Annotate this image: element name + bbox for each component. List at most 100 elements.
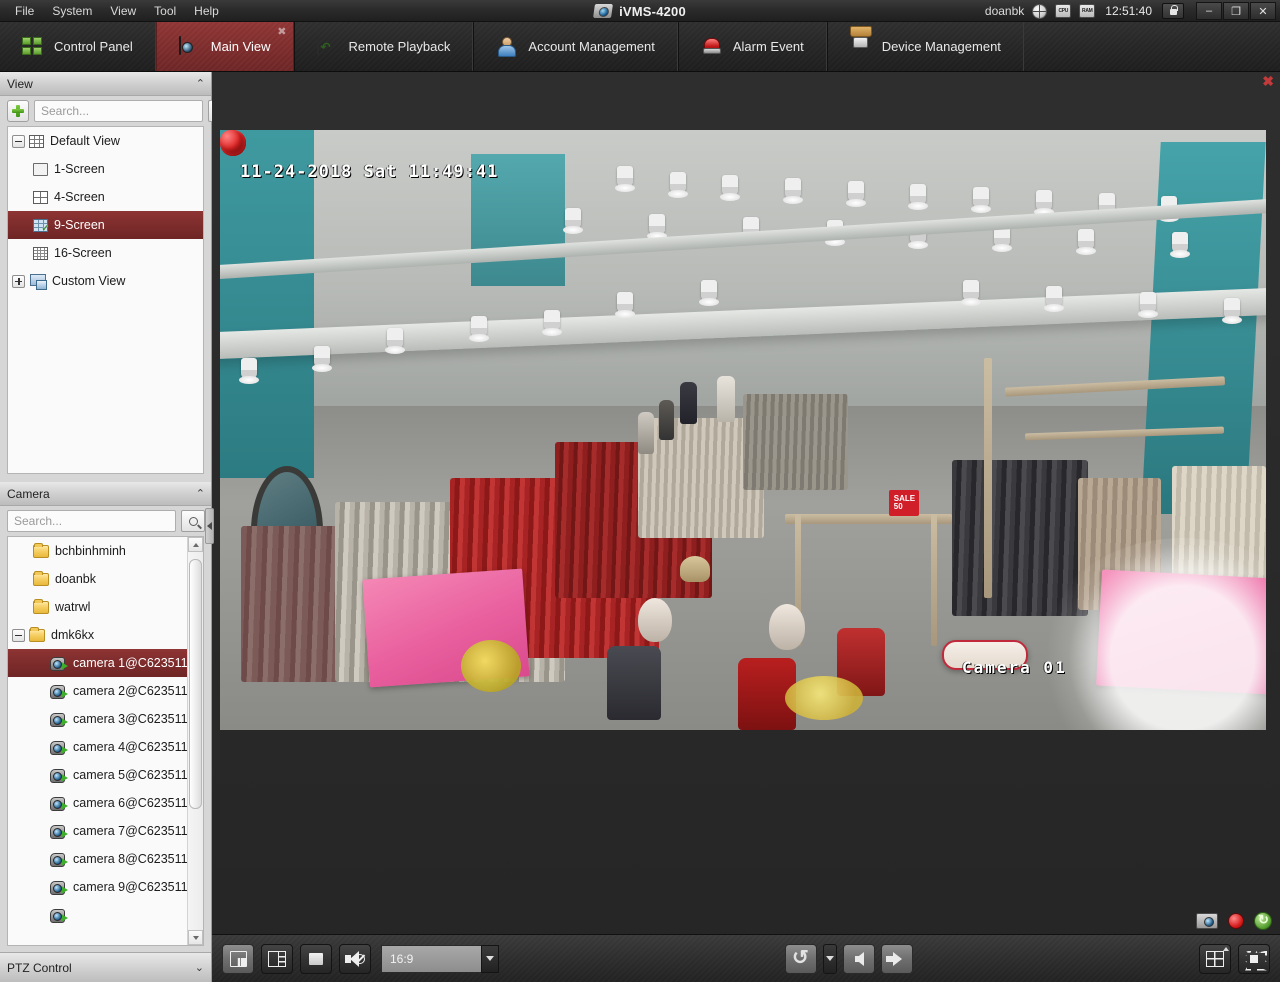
live-view-canvas[interactable]: ✖ SALE 50 11-24-2018 Sat 11:49:41 Camera… <box>212 72 1280 934</box>
video-cell-camera-01[interactable]: SALE 50 11-24-2018 Sat 11:49:41 Camera 0… <box>220 130 1266 730</box>
sidebar-collapse-handle[interactable] <box>205 508 214 544</box>
scrollbar-thumb[interactable] <box>189 559 202 809</box>
tree-item-doanbk[interactable]: doanbk <box>8 565 187 593</box>
tree-item-4-screen[interactable]: 4-Screen <box>8 183 203 211</box>
restore-button[interactable]: ❐ <box>1223 2 1249 20</box>
tab-control-panel[interactable]: Control Panel <box>0 22 156 71</box>
close-button[interactable]: ✕ <box>1250 2 1276 20</box>
remote-playback-icon <box>316 35 339 57</box>
tree-item-label: Default View <box>50 134 120 148</box>
view-panel-header[interactable]: View ⌃ <box>0 72 211 96</box>
camera-tree-scroll-area: bchbinhminh doanbk watrwl dmk6kx camera … <box>8 537 187 945</box>
tab-close-icon[interactable]: ✖ <box>277 27 286 38</box>
full-screen-button[interactable] <box>1238 943 1270 974</box>
tree-item-16-screen[interactable]: 16-Screen <box>8 239 203 267</box>
window-controls: – ❐ ✕ <box>1196 2 1276 20</box>
tree-item-label: camera 5@C623511... <box>73 768 187 782</box>
tree-item-dmk6kx[interactable]: dmk6kx <box>8 621 187 649</box>
folder-icon <box>33 570 49 586</box>
tree-item-bchbinhminh[interactable]: bchbinhminh <box>8 537 187 565</box>
scroll-up-button[interactable] <box>188 537 203 552</box>
lock-button[interactable] <box>1162 3 1184 19</box>
aspect-ratio-select[interactable]: 16:9 <box>381 944 499 973</box>
camera-panel-header[interactable]: Camera ⌃ <box>0 482 211 506</box>
custom-layout-button[interactable] <box>261 943 293 974</box>
tree-item-camera-8[interactable]: camera 8@C623511... <box>8 845 187 873</box>
tab-main-view[interactable]: Main View ✖ <box>155 22 294 71</box>
sale-tag-50: SALE 50 <box>889 490 920 516</box>
menu-tool[interactable]: Tool <box>145 1 185 21</box>
mute-button[interactable] <box>339 943 371 974</box>
stream-refresh-icon[interactable] <box>1254 912 1272 930</box>
tab-account-management-label: Account Management <box>528 39 655 54</box>
globe-icon[interactable] <box>1032 3 1048 19</box>
menu-file[interactable]: File <box>6 1 43 21</box>
tree-item-label: Custom View <box>52 274 126 288</box>
camera-panel-collapse-icon[interactable]: ⌃ <box>196 487 205 500</box>
tree-item-default-view[interactable]: Default View <box>8 127 203 155</box>
aspect-ratio-dropdown-button[interactable] <box>481 944 499 973</box>
auto-switch-dropdown[interactable] <box>823 943 837 974</box>
rotate-icon <box>792 945 810 970</box>
tab-account-management[interactable]: Account Management <box>473 22 678 71</box>
save-layout-button[interactable] <box>222 943 254 974</box>
fullscreen-icon <box>1245 951 1263 967</box>
next-page-button[interactable] <box>881 943 913 974</box>
expander-plus-icon[interactable] <box>12 274 25 288</box>
tab-control-panel-label: Control Panel <box>54 39 133 54</box>
chevron-left-icon <box>207 522 212 530</box>
stop-all-live-view-button[interactable] <box>300 943 332 974</box>
view-panel-collapse-icon[interactable]: ⌃ <box>196 77 205 90</box>
tree-item-camera-6[interactable]: camera 6@C623511... <box>8 789 187 817</box>
tree-item-camera-3[interactable]: camera 3@C623511... <box>8 705 187 733</box>
tree-item-camera-2[interactable]: camera 2@C623511... <box>8 677 187 705</box>
chevron-up-icon <box>192 542 199 547</box>
folder-icon <box>33 598 49 614</box>
save-layout-icon <box>229 950 247 967</box>
window-division-button[interactable] <box>1199 943 1231 974</box>
view-search-input[interactable] <box>34 100 203 122</box>
tab-device-management[interactable]: Device Management <box>826 22 1024 71</box>
scroll-down-button[interactable] <box>188 930 203 945</box>
tree-item-camera-partial[interactable] <box>8 901 187 929</box>
tree-item-camera-9[interactable]: camera 9@C623511... <box>8 873 187 901</box>
tab-alarm-event[interactable]: Alarm Event <box>677 22 827 71</box>
tree-item-1-screen[interactable]: 1-Screen <box>8 155 203 183</box>
tree-item-label: 9-Screen <box>54 218 105 232</box>
tab-remote-playback[interactable]: Remote Playback <box>293 22 474 71</box>
tree-item-camera-4[interactable]: camera 4@C623511... <box>8 733 187 761</box>
tree-item-9-screen[interactable]: 9-Screen <box>8 211 203 239</box>
tree-item-custom-view[interactable]: Custom View <box>8 267 203 295</box>
ptz-panel-expand-icon[interactable]: ⌄ <box>195 961 204 974</box>
layout-icon <box>268 950 286 967</box>
tree-item-label: camera 3@C623511... <box>73 712 187 726</box>
add-view-button[interactable] <box>7 100 29 122</box>
camera-icon <box>50 880 68 895</box>
close-live-view-icon[interactable]: ✖ <box>1262 74 1274 88</box>
previous-page-button[interactable] <box>843 943 875 974</box>
expander-minus-icon[interactable] <box>12 628 25 642</box>
main-tab-bar: Control Panel Main View ✖ Remote Playbac… <box>0 22 1280 72</box>
camera-search-button[interactable] <box>181 510 205 532</box>
menu-system[interactable]: System <box>43 1 101 21</box>
chevron-down-icon <box>486 956 494 961</box>
ptz-control-panel-header[interactable]: PTZ Control ⌄ <box>0 952 211 982</box>
expander-minus-icon[interactable] <box>12 134 25 148</box>
tree-item-camera-1[interactable]: camera 1@C623511... <box>8 649 187 677</box>
auto-switch-button[interactable] <box>785 943 817 974</box>
minimize-button[interactable]: – <box>1196 2 1222 20</box>
custom-view-icon <box>29 274 47 290</box>
camera-list-scrollbar[interactable] <box>187 537 203 945</box>
title-bar-right-group: doanbk CPU RAM 12:51:40 – ❐ ✕ <box>985 0 1280 22</box>
recording-icon[interactable] <box>1228 913 1244 929</box>
camera-search-input[interactable] <box>7 510 176 532</box>
folder-icon <box>29 626 45 642</box>
stop-icon <box>309 952 323 965</box>
tree-item-camera-5[interactable]: camera 5@C623511... <box>8 761 187 789</box>
arrow-left-icon <box>854 951 864 966</box>
menu-help[interactable]: Help <box>185 1 228 21</box>
snapshot-icon[interactable] <box>1196 913 1218 929</box>
tree-item-watrwl[interactable]: watrwl <box>8 593 187 621</box>
tree-item-camera-7[interactable]: camera 7@C623511... <box>8 817 187 845</box>
menu-view[interactable]: View <box>101 1 145 21</box>
